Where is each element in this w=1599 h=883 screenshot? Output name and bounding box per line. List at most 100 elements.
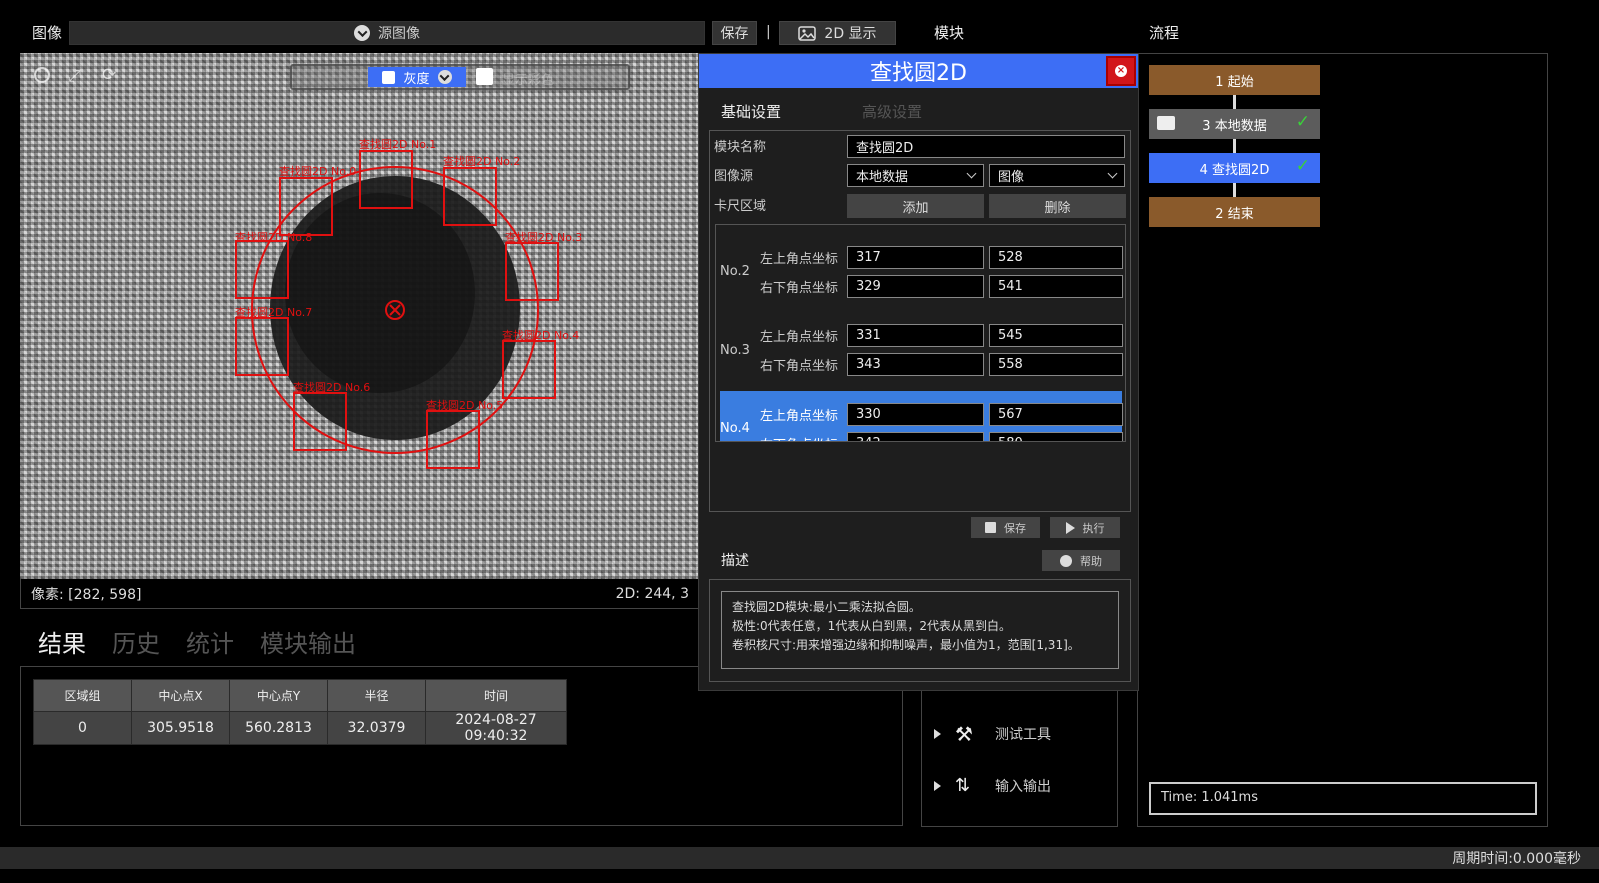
flow-panel-title: 流程 bbox=[1149, 24, 1180, 42]
top-left-label: 左上角点坐标 bbox=[760, 409, 839, 424]
roi-label: 查找圆2D No.1 bbox=[359, 138, 437, 151]
checkbox-checked-icon bbox=[382, 70, 396, 84]
reset-icon[interactable]: ⟳ bbox=[102, 65, 116, 85]
run-label: 执行 bbox=[1082, 521, 1105, 535]
module-panel-title: 模块 bbox=[934, 24, 965, 42]
group-label: No.2 bbox=[720, 264, 750, 279]
close-button[interactable]: × bbox=[1106, 56, 1136, 86]
description-text: 查找圆2D模块:最小二乘法拟合圆。 极性:0代表任意，1代表从白到黑，2代表从黑… bbox=[721, 591, 1119, 669]
module-item-test-tools[interactable]: ⚒ 测试工具 bbox=[934, 722, 1051, 746]
fit-view-icon[interactable] bbox=[34, 67, 50, 83]
image-overlay bbox=[235, 150, 559, 469]
settings-frame: 模块名称 查找圆2D 图像源 本地数据 图像 卡尺区域 添加 删除 No.2 左… bbox=[709, 130, 1131, 512]
io-arrows-icon: ⇅ bbox=[955, 775, 971, 796]
select-value: 图像 bbox=[998, 170, 1025, 185]
description-label: 描述 bbox=[721, 553, 749, 569]
coord-input[interactable]: 342 bbox=[847, 432, 984, 441]
roi-label: 查找圆2D No.5 bbox=[426, 399, 504, 412]
roi-label: 查找圆2D No.8 bbox=[235, 231, 313, 244]
column-header: 中心点X bbox=[131, 679, 230, 712]
image-label: 图像 bbox=[32, 24, 63, 42]
chevron-down-icon bbox=[1107, 168, 1118, 179]
coord-input[interactable]: 330 bbox=[847, 403, 984, 426]
toolbar-separator: | bbox=[766, 24, 771, 40]
roi-label: 查找圆2D No.6 bbox=[293, 381, 371, 394]
dialog-title: 查找圆2D bbox=[870, 61, 967, 86]
gray-mode-select[interactable]: 灰度 bbox=[368, 67, 466, 87]
module-item-io[interactable]: ⇅ 输入输出 bbox=[934, 775, 1051, 796]
coord-input[interactable]: 545 bbox=[989, 324, 1123, 347]
flow-node-label: 3 本地数据 bbox=[1202, 118, 1267, 134]
bottom-right-label: 右下角点坐标 bbox=[760, 281, 839, 296]
display-2d-label: 2D 显示 bbox=[824, 26, 877, 42]
save-button[interactable]: 保存 bbox=[971, 517, 1040, 538]
color-mode-bar: 灰度 显示彩色 bbox=[290, 64, 630, 90]
table-row[interactable]: 0 305.9518 560.2813 32.0379 2024-08-27 0… bbox=[33, 711, 567, 745]
chevron-down-icon bbox=[437, 70, 452, 84]
flow-node-start[interactable]: 1 起始 bbox=[1149, 65, 1320, 95]
folder-icon bbox=[1157, 116, 1175, 130]
flow-node-local-data[interactable]: 3 本地数据 ✓ bbox=[1149, 109, 1320, 139]
coord-input[interactable]: 329 bbox=[847, 275, 984, 298]
coord-input[interactable]: 331 bbox=[847, 324, 984, 347]
image-icon bbox=[798, 25, 817, 41]
check-icon: ✓ bbox=[1295, 156, 1310, 176]
chevron-down-icon bbox=[354, 25, 370, 41]
group-label: No.3 bbox=[720, 343, 750, 358]
column-header: 中心点Y bbox=[229, 679, 328, 712]
module-name-input[interactable]: 查找圆2D bbox=[847, 135, 1125, 158]
help-label: 帮助 bbox=[1080, 554, 1102, 568]
source-image-selector[interactable]: 源图像 bbox=[69, 21, 705, 45]
tab-history[interactable]: 历史 bbox=[112, 624, 160, 659]
chevron-down-icon bbox=[966, 168, 977, 179]
table-cell: 305.9518 bbox=[131, 711, 230, 745]
image-status-bar: 像素: [282, 598] 2D: 244, 3 bbox=[20, 579, 700, 609]
tab-statistics[interactable]: 统计 bbox=[186, 624, 234, 659]
coord-input[interactable]: 567 bbox=[989, 403, 1123, 426]
coord-input[interactable]: 343 bbox=[847, 353, 984, 376]
play-icon bbox=[1065, 521, 1075, 534]
flow-node-label: 4 查找圆2D bbox=[1199, 162, 1270, 178]
save-label: 保存 bbox=[1004, 521, 1026, 535]
caliper-region-label: 卡尺区域 bbox=[714, 199, 767, 214]
tab-basic-settings[interactable]: 基础设置 bbox=[721, 101, 781, 122]
description-line: 极性:0代表任意，1代表从白到黑，2代表从黑到白。 bbox=[732, 619, 1011, 633]
top-left-label: 左上角点坐标 bbox=[760, 252, 839, 267]
coord-input[interactable]: 317 bbox=[847, 246, 984, 269]
dialog-title-bar[interactable]: 查找圆2D × bbox=[699, 54, 1138, 88]
tab-module-output[interactable]: 模块输出 bbox=[260, 624, 356, 659]
caliper-list[interactable]: No.2 左上角点坐标 317 528 右下角点坐标 329 541 No.3 … bbox=[715, 224, 1126, 442]
add-button[interactable]: 添加 bbox=[847, 194, 984, 218]
flow-panel: 1 起始 3 本地数据 ✓ 4 查找圆2D ✓ 2 结束 Time: 1.041… bbox=[1137, 53, 1548, 827]
module-item-label: 输入输出 bbox=[995, 778, 1051, 795]
table-header-row: 区域组 中心点X 中心点Y 半径 时间 bbox=[33, 679, 567, 712]
save-image-button[interactable]: 保存 bbox=[712, 21, 757, 45]
display-2d-button[interactable]: 2D 显示 bbox=[779, 21, 896, 45]
help-button[interactable]: 帮助 bbox=[1042, 550, 1120, 571]
tab-results[interactable]: 结果 bbox=[38, 624, 86, 659]
delete-button[interactable]: 删除 bbox=[989, 194, 1126, 218]
coord-input[interactable]: 541 bbox=[989, 275, 1123, 298]
result-tabs: 结果 历史 统计 模块输出 bbox=[38, 624, 356, 659]
image-view[interactable]: 查找圆2D No.0 查找圆2D No.1 查找圆2D No.2 查找圆2D N… bbox=[20, 53, 698, 579]
top-left-label: 左上角点坐标 bbox=[760, 330, 839, 345]
status-bar: 周期时间:0.000毫秒 bbox=[0, 847, 1599, 869]
roi-label: 查找圆2D No.2 bbox=[443, 155, 521, 168]
coord-input[interactable]: 580 bbox=[989, 432, 1123, 441]
image-source-select[interactable]: 本地数据 bbox=[847, 164, 984, 187]
bottom-right-label: 右下角点坐标 bbox=[760, 434, 838, 441]
flow-node-find-circle[interactable]: 4 查找圆2D ✓ bbox=[1149, 153, 1320, 183]
run-button[interactable]: 执行 bbox=[1050, 517, 1120, 538]
table-cell: 2024-08-27 09:40:32 bbox=[425, 711, 567, 745]
cycle-time: 周期时间:0.000毫秒 bbox=[1452, 851, 1581, 867]
expand-icon bbox=[934, 780, 941, 791]
color-checkbox[interactable] bbox=[476, 68, 493, 85]
fullscreen-icon[interactable]: ⤢ bbox=[68, 66, 81, 86]
check-icon: ✓ bbox=[1295, 112, 1310, 132]
coord-input[interactable]: 558 bbox=[989, 353, 1123, 376]
flow-node-end[interactable]: 2 结束 bbox=[1149, 197, 1320, 227]
image-select[interactable]: 图像 bbox=[989, 164, 1125, 187]
coord-input[interactable]: 528 bbox=[989, 246, 1123, 269]
find-circle-dialog: 查找圆2D × 基础设置 高级设置 模块名称 查找圆2D 图像源 本地数据 图像… bbox=[698, 53, 1139, 691]
tab-advanced-settings[interactable]: 高级设置 bbox=[862, 101, 922, 122]
